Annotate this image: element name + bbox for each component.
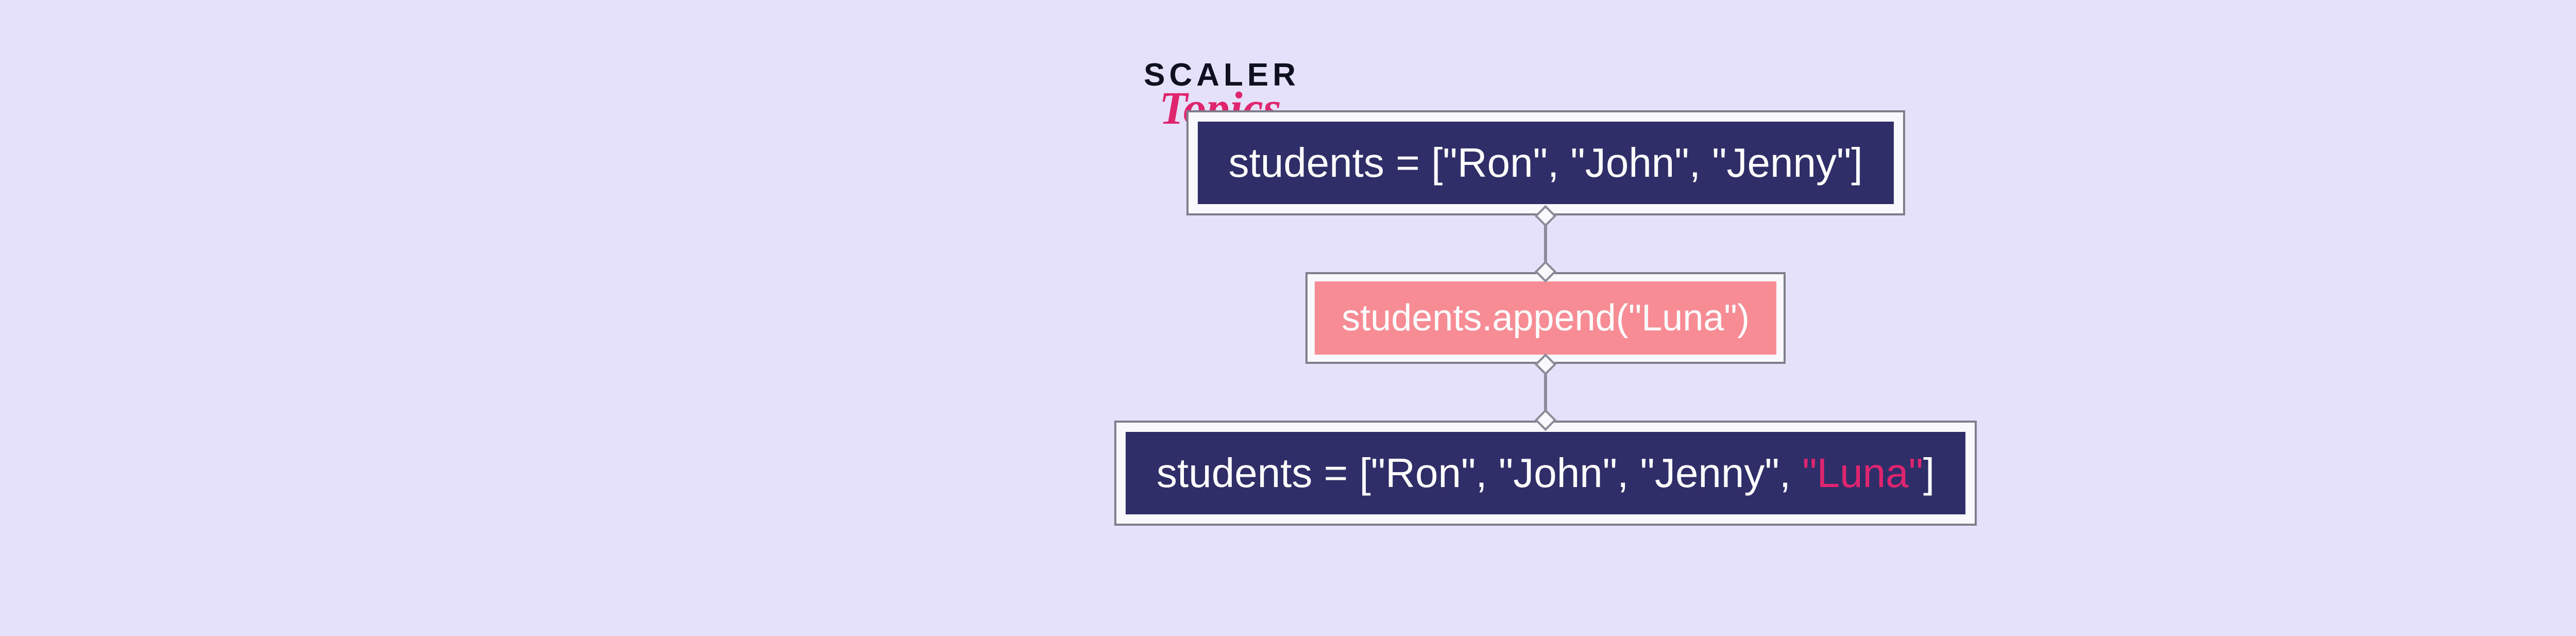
result-highlight: "Luna" bbox=[1802, 450, 1923, 496]
result-list-node: students = ["Ron", "John", "Jenny", "Lun… bbox=[1114, 421, 1977, 526]
initial-list-code: students = ["Ron", "John", "Jenny"] bbox=[1197, 122, 1893, 204]
append-call-code: students.append("Luna") bbox=[1315, 281, 1776, 355]
connector-2 bbox=[1544, 364, 1547, 421]
append-diagram: students = ["Ron", "John", "Jenny"] stud… bbox=[1114, 110, 1977, 526]
append-call-node: students.append("Luna") bbox=[1306, 272, 1786, 364]
connector-1 bbox=[1544, 215, 1547, 272]
initial-list-node: students = ["Ron", "John", "Jenny"] bbox=[1186, 110, 1905, 215]
result-list-code: students = ["Ron", "John", "Jenny", "Lun… bbox=[1126, 432, 1965, 514]
result-suffix: ] bbox=[1923, 450, 1935, 496]
result-prefix: students = ["Ron", "John", "Jenny", bbox=[1157, 450, 1802, 496]
